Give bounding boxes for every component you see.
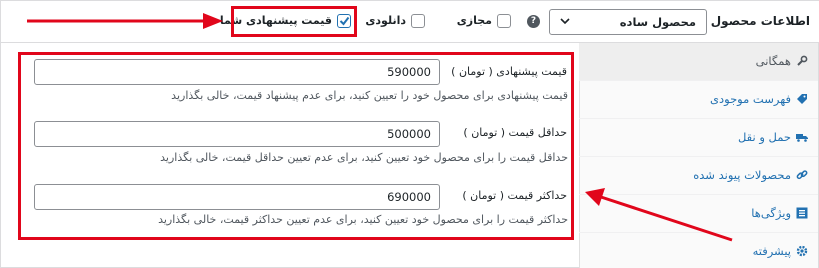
tab-general-label: همگانی [755, 54, 791, 68]
tab-attributes-label: ویژگی‌ها [751, 206, 791, 220]
product-type-select[interactable]: محصول ساده [549, 9, 707, 35]
wrench-icon [797, 55, 808, 66]
list-icon [796, 207, 808, 219]
tab-linked-products-label: محصولات پیوند شده [693, 168, 791, 182]
tab-attributes[interactable]: ویژگی‌ها [579, 195, 818, 233]
tab-advanced[interactable]: پیشرفته [579, 233, 818, 268]
tab-linked-products[interactable]: محصولات پیوند شده [579, 157, 818, 195]
truck-icon [796, 134, 808, 142]
virtual-checkbox[interactable] [497, 14, 511, 28]
highlight-box-offer-checkbox [231, 6, 357, 37]
tab-general[interactable]: همگانی [579, 43, 818, 81]
highlight-box-price-fields [18, 52, 574, 240]
gear-icon [796, 245, 808, 257]
tab-inventory[interactable]: فهرست موجودی [579, 81, 818, 119]
tab-shipping[interactable]: حمل و نقل [579, 119, 818, 157]
link-icon [796, 170, 808, 180]
product-type-value: محصول ساده [619, 15, 696, 29]
virtual-checkbox-group[interactable]: مجازی [447, 13, 511, 31]
downloadable-label: دانلودی [365, 14, 406, 27]
tab-advanced-label: پیشرفته [752, 244, 791, 258]
downloadable-checkbox-group[interactable]: دانلودی [365, 13, 425, 31]
product-data-title: اطلاعات محصول — [694, 14, 810, 28]
help-icon[interactable]: ? [527, 15, 540, 28]
chevron-down-icon [560, 18, 570, 25]
product-data-tabs: همگانی فهرست موجودی حمل و نقل محصولات پی… [579, 43, 818, 268]
virtual-label: مجازی [456, 14, 492, 27]
product-data-header: اطلاعات محصول — محصول ساده ? مجازی دانلو… [1, 1, 819, 43]
tab-shipping-label: حمل و نقل [737, 130, 791, 144]
tag-icon [797, 94, 807, 104]
product-data-panel: اطلاعات محصول — محصول ساده ? مجازی دانلو… [0, 0, 819, 268]
downloadable-checkbox[interactable] [411, 14, 425, 28]
tab-inventory-label: فهرست موجودی [710, 92, 791, 106]
